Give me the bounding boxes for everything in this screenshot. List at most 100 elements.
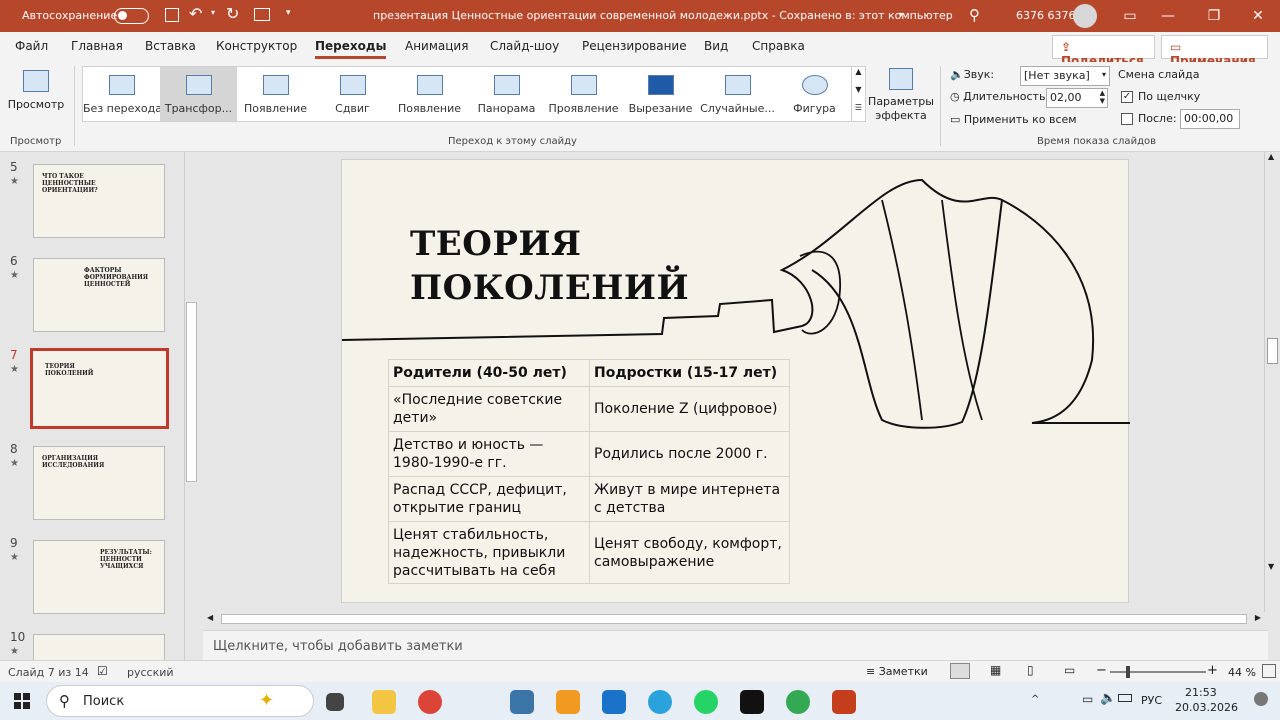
zoom-slider[interactable] <box>1110 666 1206 678</box>
capcut-icon[interactable] <box>740 690 764 714</box>
outlook-icon[interactable] <box>602 690 626 714</box>
slide-thumbnail[interactable] <box>33 634 165 660</box>
after-checkbox[interactable] <box>1121 113 1133 125</box>
task-view-icon[interactable] <box>326 693 344 711</box>
tab-insert[interactable]: Вставка <box>145 39 196 53</box>
table-cell[interactable]: Поколение Z (цифровое) <box>589 386 790 432</box>
notes-pane[interactable]: Щелкните, чтобы добавить заметки <box>203 630 1268 660</box>
whatsapp-icon[interactable] <box>694 690 718 714</box>
clock-time[interactable]: 21:53 <box>1185 686 1217 699</box>
taskbar-search-box[interactable]: ⚲ Поиск ✦ <box>46 685 314 717</box>
close-button[interactable]: ✕ <box>1235 0 1280 32</box>
network-icon[interactable]: ▭ <box>1082 692 1093 706</box>
slide-thumbnail[interactable]: ОРГАНИЗАЦИЯ ИССЛЕДОВАНИЯ <box>33 446 165 520</box>
transition-morph[interactable]: Трансфор... <box>160 67 237 121</box>
table-cell[interactable]: Живут в мире интернета с детства <box>589 476 790 522</box>
slide-thumbnail[interactable]: ЧТО ТАКОЕ ЦЕННОСТНЫЕ ОРИЕНТАЦИИ? <box>33 164 165 238</box>
zoom-in-icon[interactable]: + <box>1207 663 1218 678</box>
transition-split[interactable]: Панорама <box>468 67 545 121</box>
transition-fade[interactable]: Появление <box>237 67 314 121</box>
tab-home[interactable]: Главная <box>71 39 123 53</box>
reading-view-icon[interactable]: ▯ <box>1027 663 1034 677</box>
present-icon[interactable] <box>254 8 270 21</box>
transition-push[interactable]: Сдвиг <box>314 67 391 121</box>
zoom-out-icon[interactable]: − <box>1096 663 1107 678</box>
tab-animation[interactable]: Анимация <box>405 39 468 53</box>
document-title[interactable]: презентация Ценностные ориентации соврем… <box>373 9 953 22</box>
transition-shape[interactable]: Фигура <box>776 67 853 121</box>
notification-icon[interactable] <box>1254 692 1268 706</box>
maximize-button[interactable]: ❐ <box>1191 0 1237 32</box>
table-cell[interactable]: Родились после 2000 г. <box>589 431 790 477</box>
zoom-level[interactable]: 44 % <box>1228 666 1256 679</box>
transition-none[interactable]: Без перехода <box>83 67 162 121</box>
customize-toolbar-icon[interactable]: ▾ <box>286 8 291 18</box>
table-cell[interactable]: Ценят стабильность, надежность, привыкли… <box>388 521 590 584</box>
gallery-scroll-up-icon[interactable]: ▲ <box>851 67 865 85</box>
slideshow-icon[interactable]: ▭ <box>1064 663 1075 677</box>
tab-design[interactable]: Конструктор <box>216 39 297 53</box>
tab-transitions[interactable]: Переходы <box>315 39 387 59</box>
fit-slide-icon[interactable] <box>1262 664 1276 678</box>
table-cell[interactable]: Распад СССР, дефицит, открытие границ <box>388 476 590 522</box>
preview-button[interactable]: Просмотр <box>4 66 68 116</box>
table-cell[interactable]: Ценят свободу, комфорт, самовыражение <box>589 521 790 584</box>
tab-review[interactable]: Рецензирование <box>582 39 687 53</box>
slide-sorter-icon[interactable]: ▦ <box>990 663 1001 677</box>
apply-all-button[interactable]: ▭ Применить ко всем <box>950 113 1077 126</box>
scroll-left-icon[interactable]: ◀ <box>207 613 213 622</box>
language-label[interactable]: русский <box>127 666 174 679</box>
search-icon[interactable]: ⚲ <box>969 6 980 24</box>
powerpoint-icon[interactable] <box>832 690 856 714</box>
thumbnail-scrollbar[interactable] <box>184 152 198 660</box>
slide-title[interactable]: ТЕОРИЯ ПОКОЛЕНИЙ <box>410 222 689 310</box>
transition-wipe[interactable]: Появление <box>391 67 468 121</box>
gallery-scroll-down-icon[interactable]: ▼ <box>851 85 865 103</box>
after-input[interactable]: 00:00,00 <box>1180 109 1240 129</box>
sound-select[interactable]: [Нет звука] ▾ <box>1020 66 1110 86</box>
tab-view[interactable]: Вид <box>704 39 728 53</box>
transition-random-bars[interactable]: Случайные... <box>699 67 776 121</box>
sublime-icon[interactable] <box>556 690 580 714</box>
transition-reveal[interactable]: Проявление <box>545 67 622 121</box>
tab-slideshow[interactable]: Слайд-шоу <box>490 39 559 53</box>
battery-icon[interactable] <box>1118 694 1132 702</box>
slide-thumbnail[interactable]: РЕЗУЛЬТАТЫ: ЦЕННОСТИ УЧАЩИХСЯ <box>33 540 165 614</box>
table-cell[interactable]: Детство и юность — 1980-1990-е гг. <box>388 431 590 477</box>
generations-table[interactable]: Родители (40-50 лет) Подростки (15-17 ле… <box>388 359 790 584</box>
duration-input[interactable]: 02,00 ▲ ▼ <box>1046 88 1108 108</box>
undo-dropdown-icon[interactable]: ▾ <box>211 8 215 17</box>
table-cell[interactable]: «Последние советские дети» <box>388 386 590 432</box>
notes-button[interactable]: ≡ Заметки <box>866 665 928 678</box>
file-explorer-icon[interactable] <box>372 690 396 714</box>
avatar[interactable] <box>1073 4 1097 28</box>
chrome-icon[interactable] <box>418 690 442 714</box>
title-dropdown-icon[interactable]: ▾ <box>899 10 903 19</box>
share-button[interactable]: ⇪ Поделиться <box>1052 35 1155 68</box>
python-icon[interactable] <box>510 690 534 714</box>
comments-button[interactable]: ▭ Примечания <box>1161 35 1268 68</box>
input-language[interactable]: РУС <box>1141 694 1162 707</box>
windows-start-icon[interactable] <box>14 693 30 709</box>
scroll-right-icon[interactable]: ▶ <box>1255 613 1261 622</box>
scroll-up-icon[interactable]: ▲ <box>1268 152 1274 161</box>
volume-icon[interactable]: 🔈 <box>1100 691 1116 706</box>
accessibility-icon[interactable]: ☑ <box>97 664 108 678</box>
slide-vertical-scrollbar[interactable]: ▲ ▼ <box>1264 152 1280 612</box>
slide-thumbnail-selected[interactable]: ТЕОРИЯ ПОКОЛЕНИЙ <box>30 348 169 429</box>
save-icon[interactable] <box>165 8 179 22</box>
minimize-button[interactable]: — <box>1145 0 1191 32</box>
slide[interactable]: ТЕОРИЯ ПОКОЛЕНИЙ Родители (40-50 лет) Под… <box>341 159 1130 603</box>
telegram-icon[interactable] <box>648 690 672 714</box>
transition-cut[interactable]: Вырезание <box>622 67 699 121</box>
effect-options-button[interactable]: Параметры эффекта <box>868 66 934 128</box>
on-click-checkbox[interactable]: ✓ <box>1121 91 1133 103</box>
slide-thumbnail[interactable]: ФАКТОРЫ ФОРМИРОВАНИЯ ЦЕННОСТЕЙ <box>33 258 165 332</box>
chrome-profile-icon[interactable] <box>786 690 810 714</box>
tab-help[interactable]: Справка <box>752 39 805 53</box>
autosave-toggle[interactable] <box>114 8 149 24</box>
user-name[interactable]: 6376 6376 <box>1016 9 1076 22</box>
slide-horizontal-scrollbar[interactable]: ◀ ▶ <box>205 612 1263 626</box>
redo-icon[interactable]: ↻ <box>226 4 239 23</box>
tab-file[interactable]: Файл <box>15 39 48 53</box>
